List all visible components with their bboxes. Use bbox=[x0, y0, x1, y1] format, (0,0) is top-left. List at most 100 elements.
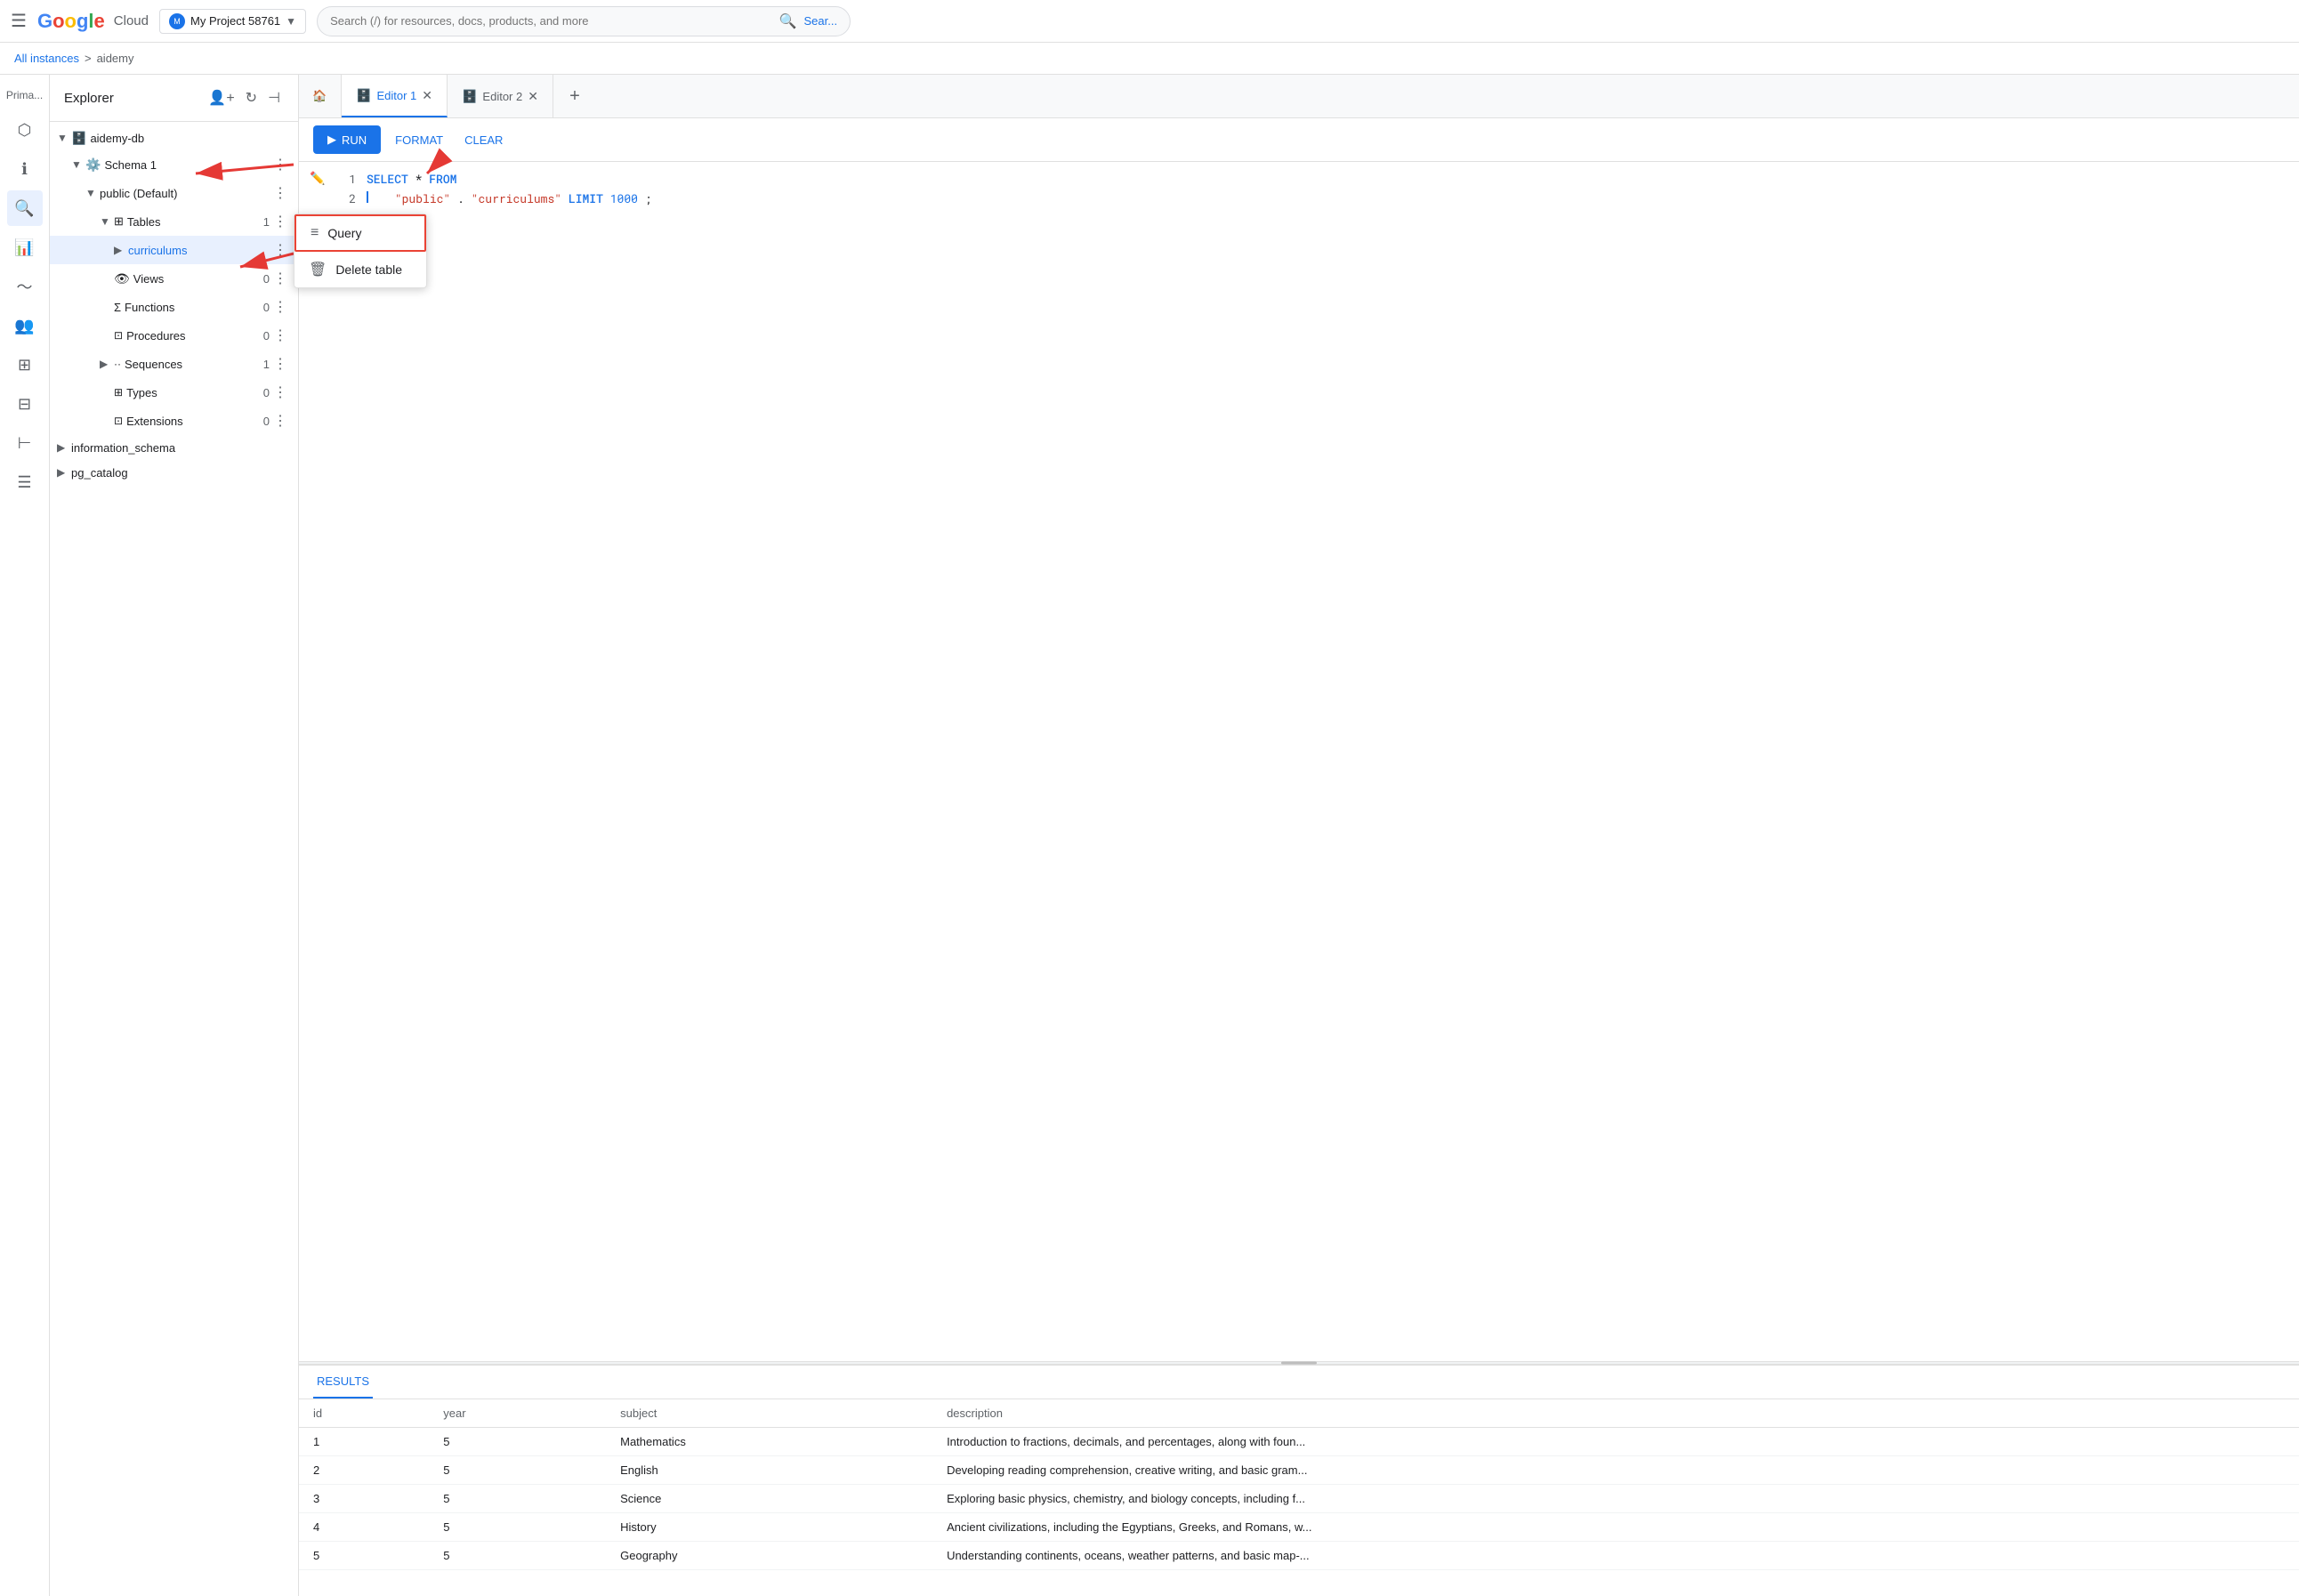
expand-arrow-public-icon: ▼ bbox=[85, 187, 100, 199]
google-cloud-logo[interactable]: Google Cloud bbox=[37, 10, 149, 33]
cell-description: Exploring basic physics, chemistry, and … bbox=[932, 1485, 2299, 1513]
tree-item-info-schema[interactable]: ▶ information_schema bbox=[50, 435, 298, 460]
clear-button[interactable]: CLEAR bbox=[457, 126, 510, 154]
tab-editor2-close-icon[interactable]: ✕ bbox=[528, 89, 538, 104]
tab-editor1[interactable]: 🗄️ Editor 1 ✕ bbox=[342, 75, 448, 117]
tree-label-sequences: Sequences bbox=[125, 358, 260, 371]
nav-item-chart[interactable]: 📊 bbox=[7, 230, 43, 265]
tree-item-procedures[interactable]: ▶ ⊡ Procedures 0 ⋮ bbox=[50, 321, 298, 350]
tree-label-aidemy-db: aidemy-db bbox=[90, 132, 291, 145]
functions-more-icon[interactable]: ⋮ bbox=[270, 296, 291, 318]
sql-limit-keyword: LIMIT bbox=[569, 190, 603, 206]
sequences-more-icon[interactable]: ⋮ bbox=[270, 353, 291, 375]
project-name: My Project 58761 bbox=[190, 14, 280, 28]
run-button-label: RUN bbox=[342, 133, 367, 147]
global-search-bar[interactable]: 🔍 Sear... bbox=[317, 6, 851, 36]
line-content-1: SELECT * FROM bbox=[367, 171, 2299, 187]
tree-item-public[interactable]: ▼ public (Default) ⋮ bbox=[50, 179, 298, 207]
context-menu-delete-table[interactable]: 🗑 Delete table bbox=[294, 252, 299, 287]
home-tab[interactable]: 🏠 bbox=[299, 75, 342, 117]
sql-semicolon: ; bbox=[645, 190, 652, 206]
code-line-2: 2 "public" . "curriculums" LIMIT 1000 ; bbox=[331, 189, 2299, 208]
nav-item-people[interactable]: 👥 bbox=[7, 308, 43, 343]
global-search-input[interactable] bbox=[330, 14, 772, 28]
tree-item-schema1[interactable]: ▼ ⚙️ Schema 1 ⋮ bbox=[50, 150, 298, 179]
public-more-icon[interactable]: ⋮ bbox=[270, 182, 291, 204]
sql-schema-string: "public" bbox=[395, 190, 450, 206]
results-table: id year subject description 15Mathematic… bbox=[299, 1399, 2299, 1570]
types-more-icon[interactable]: ⋮ bbox=[270, 382, 291, 403]
functions-icon: Σ bbox=[114, 301, 121, 314]
project-avatar: M bbox=[169, 13, 185, 29]
tree-item-extensions[interactable]: ▶ ⊡ Extensions 0 ⋮ bbox=[50, 407, 298, 435]
schema1-more-icon[interactable]: ⋮ bbox=[270, 154, 291, 175]
nav-item-search[interactable]: 🔍 bbox=[7, 190, 43, 226]
format-button[interactable]: FORMAT bbox=[388, 126, 450, 154]
breadcrumb: All instances > aidemy bbox=[0, 43, 2299, 75]
tree-item-pg-catalog[interactable]: ▶ pg_catalog bbox=[50, 460, 298, 485]
tree-item-sequences[interactable]: ▶ ·· Sequences 1 ⋮ bbox=[50, 350, 298, 378]
nav-item-grid[interactable]: ⊞ bbox=[7, 347, 43, 383]
sql-editor[interactable]: ✏️ 1 SELECT * FROM 2 "public" . bbox=[299, 162, 2299, 1361]
results-table-container[interactable]: id year subject description 15Mathematic… bbox=[299, 1399, 2299, 1596]
tab-add-button[interactable]: + bbox=[553, 75, 596, 117]
views-more-icon[interactable]: ⋮ bbox=[270, 268, 291, 289]
results-tab-results[interactable]: RESULTS bbox=[313, 1366, 373, 1399]
context-menu-query[interactable]: ≡ Query bbox=[294, 214, 299, 252]
line-content-2: "public" . "curriculums" LIMIT 1000 ; bbox=[367, 190, 2299, 206]
procedures-more-icon[interactable]: ⋮ bbox=[270, 325, 291, 346]
tree-item-functions[interactable]: ▶ Σ Functions 0 ⋮ bbox=[50, 293, 298, 321]
nav-item-info[interactable]: ℹ bbox=[7, 151, 43, 187]
tab-editor2[interactable]: 🗄️ Editor 2 ✕ bbox=[448, 75, 553, 117]
tab-editor2-icon: 🗄️ bbox=[462, 89, 477, 104]
sidebar-actions: 👤+ ↻ ⊣ bbox=[205, 85, 284, 110]
editor-results-divider[interactable] bbox=[299, 1361, 2299, 1365]
hamburger-menu-icon[interactable]: ☰ bbox=[11, 10, 27, 32]
col-header-subject: subject bbox=[606, 1399, 932, 1428]
context-menu: ≡ Query 🗑 Delete table bbox=[294, 214, 299, 288]
table-row: 25EnglishDeveloping reading comprehensio… bbox=[299, 1456, 2299, 1485]
tab-editor1-label: Editor 1 bbox=[376, 89, 416, 102]
tab-editor1-close-icon[interactable]: ✕ bbox=[422, 88, 432, 103]
extensions-more-icon[interactable]: ⋮ bbox=[270, 410, 291, 431]
search-icon: 🔍 bbox=[779, 12, 797, 30]
col-header-id: id bbox=[299, 1399, 429, 1428]
curriculums-more-icon[interactable]: ⋮ bbox=[270, 239, 291, 261]
cell-subject: Geography bbox=[606, 1542, 932, 1570]
tree-item-views[interactable]: ▶ 👁 Views 0 ⋮ bbox=[50, 264, 298, 293]
nav-item-list[interactable]: ☰ bbox=[7, 464, 43, 500]
breadcrumb-all-instances[interactable]: All instances bbox=[14, 52, 79, 65]
tree-label-pg-catalog: pg_catalog bbox=[71, 466, 291, 480]
database-icon: 🗄️ bbox=[71, 131, 86, 146]
tab-editor1-icon: 🗄️ bbox=[356, 88, 371, 103]
cell-id: 1 bbox=[299, 1428, 429, 1456]
add-user-icon[interactable]: 👤+ bbox=[205, 85, 238, 110]
tree-item-curriculums[interactable]: ▶ curriculums ⋮ bbox=[50, 236, 298, 264]
tab-editor2-label: Editor 2 bbox=[482, 90, 522, 103]
tree-label-info-schema: information_schema bbox=[71, 441, 291, 455]
line-number-1: 1 bbox=[331, 171, 367, 187]
main-layout: Prima... ⬡ ℹ 🔍 📊 〜 👥 ⊞ ⊟ ⊢ ☰ Explorer 👤+… bbox=[0, 75, 2299, 1596]
nav-item-tool[interactable]: ⊢ bbox=[7, 425, 43, 461]
refresh-icon[interactable]: ↻ bbox=[242, 85, 261, 110]
collapse-icon[interactable]: ⊣ bbox=[264, 85, 284, 110]
tree-item-tables[interactable]: ▼ ⊞ Tables 1 ⋮ bbox=[50, 207, 298, 236]
tables-more-icon[interactable]: ⋮ bbox=[270, 211, 291, 232]
procedures-icon: ⊡ bbox=[114, 329, 123, 342]
views-count: 0 bbox=[263, 272, 270, 286]
editor-toolbar: ▶ RUN FORMAT CLEAR bbox=[299, 118, 2299, 162]
cell-year: 5 bbox=[429, 1542, 606, 1570]
run-button[interactable]: ▶ RUN bbox=[313, 125, 381, 154]
schema-icon: ⚙️ bbox=[85, 157, 101, 173]
tabs-bar: 🏠 🗄️ Editor 1 ✕ 🗄️ Editor 2 ✕ + bbox=[299, 75, 2299, 118]
expand-arrow-icon: ▼ bbox=[57, 132, 71, 144]
tree-label-functions: Functions bbox=[125, 301, 260, 314]
tree-item-types[interactable]: ▶ ⊞ Types 0 ⋮ bbox=[50, 378, 298, 407]
cell-year: 5 bbox=[429, 1456, 606, 1485]
nav-item-activity[interactable]: 〜 bbox=[7, 269, 43, 304]
project-selector[interactable]: M My Project 58761 ▼ bbox=[159, 9, 306, 34]
sequences-icon: ·· bbox=[114, 358, 121, 370]
tree-item-aidemy-db[interactable]: ▼ 🗄️ aidemy-db bbox=[50, 125, 298, 150]
nav-item-table[interactable]: ⊟ bbox=[7, 386, 43, 422]
nav-item-layers[interactable]: ⬡ bbox=[7, 112, 43, 148]
